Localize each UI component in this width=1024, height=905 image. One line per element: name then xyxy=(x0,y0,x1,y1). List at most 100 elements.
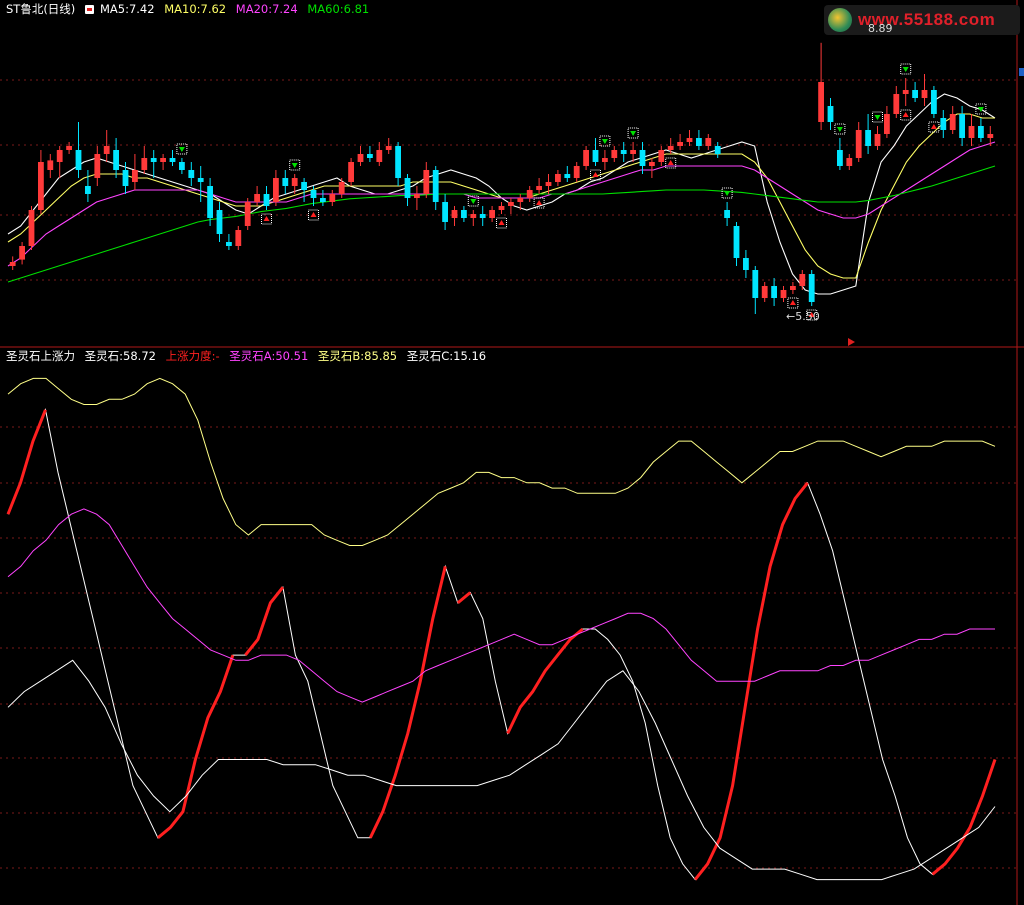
candle xyxy=(583,146,589,170)
candle-body xyxy=(470,214,477,218)
candle-body xyxy=(47,160,54,170)
high-price-label: 8.89 xyxy=(868,22,893,35)
candle xyxy=(808,270,815,306)
candle-body xyxy=(780,290,787,298)
candle xyxy=(780,286,787,302)
candle xyxy=(329,190,336,206)
buy-signal-icon xyxy=(900,63,912,75)
candle xyxy=(714,142,721,158)
candle xyxy=(66,142,72,154)
candle-body xyxy=(827,106,834,122)
candle xyxy=(959,106,965,146)
candle xyxy=(940,110,947,138)
watermark-badge: www.55188.com xyxy=(824,5,1020,35)
series-line xyxy=(7,377,996,546)
candle xyxy=(968,114,975,146)
candle-body xyxy=(583,150,589,166)
candle-body xyxy=(545,182,552,186)
candle xyxy=(874,126,881,150)
candle-body xyxy=(489,210,495,218)
candle xyxy=(451,206,458,226)
candle xyxy=(207,178,213,226)
candle xyxy=(254,186,260,206)
candle-body xyxy=(141,158,148,170)
candle-body xyxy=(103,146,110,154)
candle-body xyxy=(310,190,317,198)
candle-body xyxy=(940,118,947,130)
sell-signal-icon xyxy=(496,217,507,229)
candle xyxy=(216,202,223,242)
indicator-name[interactable]: 圣灵石上涨力 xyxy=(6,349,75,363)
candle xyxy=(592,138,599,166)
candle-body xyxy=(912,90,918,98)
candle-body xyxy=(85,186,91,194)
candle-body xyxy=(338,182,345,194)
candle xyxy=(85,170,91,202)
candle-body xyxy=(968,126,975,138)
candle xyxy=(169,150,176,166)
candle xyxy=(498,202,505,214)
up-arrow xyxy=(536,200,543,205)
candle-body xyxy=(771,286,777,298)
candle xyxy=(573,162,580,182)
candle-body xyxy=(498,206,505,210)
price-legend: ST鲁北(日线) MA5:7.42 MA10:7.62 MA20:7.24 MA… xyxy=(6,1,375,17)
candle-body xyxy=(122,170,129,186)
candle-body xyxy=(367,154,373,158)
candle-body xyxy=(291,178,298,186)
candle xyxy=(376,142,383,166)
info-marker-icon[interactable] xyxy=(84,5,94,14)
candle-body xyxy=(301,182,307,190)
candle xyxy=(555,170,561,186)
stock-chart-canvas[interactable] xyxy=(0,0,1024,905)
candle-body xyxy=(978,126,984,138)
candle-body xyxy=(19,246,25,260)
rising-segment xyxy=(931,759,997,876)
candle xyxy=(855,122,862,162)
candle-body xyxy=(902,90,909,94)
candle-body xyxy=(564,174,571,178)
candle xyxy=(132,154,138,190)
candlestick-series[interactable] xyxy=(9,42,994,314)
candle xyxy=(141,146,148,174)
candle xyxy=(912,82,918,102)
ma-line-ma10 xyxy=(7,113,995,279)
candle-body xyxy=(414,194,420,198)
up-arrow xyxy=(930,124,937,129)
candle-body xyxy=(573,166,580,178)
up-arrow xyxy=(902,112,909,117)
buy-signal-icon xyxy=(872,111,883,123)
candle-body xyxy=(150,158,157,162)
candle xyxy=(743,250,749,278)
candle xyxy=(47,154,54,178)
candle-body xyxy=(743,258,749,270)
candle-body xyxy=(592,150,599,162)
candle-body xyxy=(461,210,467,218)
candle xyxy=(150,150,157,178)
stock-title[interactable]: ST鲁北(日线) xyxy=(6,2,75,16)
right-edge-tick-icon[interactable] xyxy=(1019,68,1024,76)
buy-signal-icon xyxy=(721,187,733,199)
candle-body xyxy=(611,150,618,158)
candle xyxy=(103,130,110,162)
power-value: 上涨力度:- xyxy=(165,349,220,363)
candle xyxy=(160,154,166,170)
candle-body xyxy=(385,146,392,150)
rising-segment xyxy=(244,586,285,657)
candle-body xyxy=(555,174,561,182)
candle-body xyxy=(959,114,965,138)
candle xyxy=(442,194,448,230)
candle xyxy=(696,130,702,150)
candle-body xyxy=(649,162,655,166)
candle-body xyxy=(658,150,665,162)
candle xyxy=(197,166,204,202)
candle xyxy=(357,146,364,166)
candle-body xyxy=(818,82,824,122)
candle xyxy=(846,154,853,170)
candle xyxy=(611,146,618,162)
candle xyxy=(461,206,467,222)
sls-value: 圣灵石:58.72 xyxy=(84,349,156,363)
candle xyxy=(771,278,777,306)
candle xyxy=(470,210,477,226)
candle xyxy=(752,266,759,314)
